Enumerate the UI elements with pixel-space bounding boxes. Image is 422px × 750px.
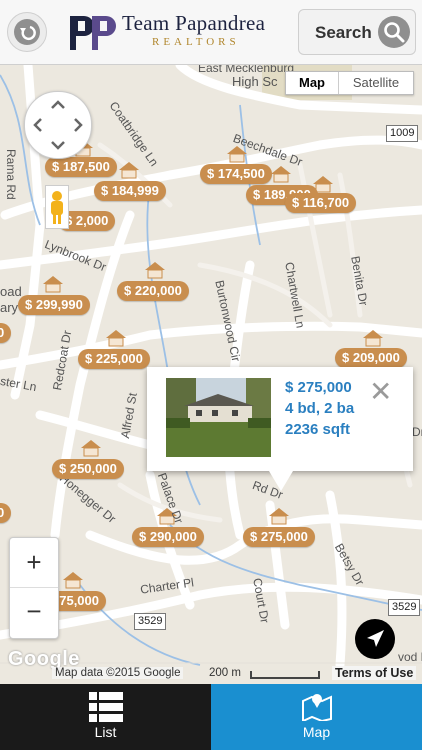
map-data-attribution: Map data ©2015 Google: [52, 667, 184, 679]
listing-info-window[interactable]: $ 275,000 4 bd, 2 ba 2236 sqft ✕: [147, 367, 413, 491]
zoom-in-button[interactable]: +: [10, 538, 58, 588]
my-location-button[interactable]: [355, 619, 395, 659]
brand-name: Team Papandrea: [122, 11, 266, 35]
road-label: High Sc: [232, 74, 278, 89]
price-pin[interactable]: $ 209,000: [335, 348, 407, 368]
map-scale-bar: [250, 671, 320, 679]
house-icon[interactable]: [105, 329, 127, 347]
house-icon[interactable]: [118, 161, 140, 179]
listing-sqft: 2236 sqft: [285, 421, 351, 438]
back-button[interactable]: [7, 12, 47, 52]
street-view-pegman[interactable]: [45, 185, 69, 229]
house-icon[interactable]: [270, 165, 292, 183]
back-arrow-icon: [14, 19, 40, 45]
info-window-pointer: [269, 471, 293, 491]
search-label: Search: [315, 23, 372, 42]
price-pin[interactable]: $ 116,700: [285, 193, 357, 213]
navigation-arrow-icon: [367, 630, 384, 647]
zoom-control: + −: [9, 537, 59, 639]
house-icon[interactable]: [144, 261, 166, 279]
house-icon[interactable]: [268, 507, 290, 525]
listing-beds-baths: 4 bd, 2 ba: [285, 400, 355, 417]
tab-map[interactable]: Map: [211, 684, 422, 750]
app-header: Team Papandrea REALTORS Search: [0, 0, 422, 65]
search-icon: [378, 16, 410, 48]
map-attribution-bar: Map data ©2015 Google 200 m Terms of Use: [0, 663, 422, 684]
pan-arrows-icon: [33, 100, 83, 150]
house-icon[interactable]: [42, 275, 64, 293]
road-label: vod Rd: [398, 650, 422, 664]
map-scale-label: 200 m: [209, 667, 241, 679]
search-button[interactable]: Search: [298, 9, 416, 55]
pegman-icon: [51, 191, 63, 224]
map-view[interactable]: East Mecklenburg High Sc Coatbridge Ln B…: [0, 65, 422, 684]
route-shield: 3529: [134, 613, 167, 630]
price-pin[interactable]: $ 220,000: [117, 281, 189, 301]
tab-map-label: Map: [302, 724, 331, 740]
map-type-map-button[interactable]: Map: [286, 72, 339, 94]
house-icon[interactable]: [62, 571, 84, 589]
tab-list-label: List: [94, 724, 117, 740]
listing-photo[interactable]: [166, 378, 271, 457]
listing-price: $ 275,000: [285, 379, 352, 396]
route-shield: 3529: [388, 599, 421, 616]
road-label: ary: [0, 300, 19, 315]
price-pin[interactable]: $ 184,999: [94, 181, 166, 201]
route-shield: 1009: [386, 125, 419, 142]
house-icon[interactable]: [362, 329, 384, 347]
price-pin[interactable]: $ 299,990: [18, 295, 90, 315]
terms-of-use-link[interactable]: Terms of Use: [332, 666, 417, 680]
price-pin[interactable]: $ 225,000: [78, 349, 150, 369]
tab-list[interactable]: List: [0, 684, 211, 750]
zoom-out-button[interactable]: −: [10, 588, 58, 637]
road-label: Dr: [412, 425, 422, 439]
price-pin[interactable]: $ 290,000: [132, 527, 204, 547]
brand-subtitle: REALTORS: [152, 36, 240, 48]
price-pin[interactable]: $ 275,000: [243, 527, 315, 547]
price-pin[interactable]: $ 187,500: [45, 157, 117, 177]
price-pin[interactable]: $ 174,500: [200, 164, 272, 184]
map-type-satellite-button[interactable]: Satellite: [339, 72, 413, 94]
map-type-toggle: Map Satellite: [285, 71, 414, 95]
pan-control[interactable]: [24, 91, 92, 159]
house-icon[interactable]: [80, 439, 102, 457]
close-icon[interactable]: ✕: [369, 378, 392, 406]
price-pin[interactable]: $ 250,000: [52, 459, 124, 479]
bottom-tab-bar: List Map: [0, 684, 422, 750]
list-icon: [89, 692, 123, 722]
map-icon: [302, 694, 332, 721]
road-label: Rama Rd: [4, 149, 18, 200]
road-label: oad: [0, 284, 22, 299]
